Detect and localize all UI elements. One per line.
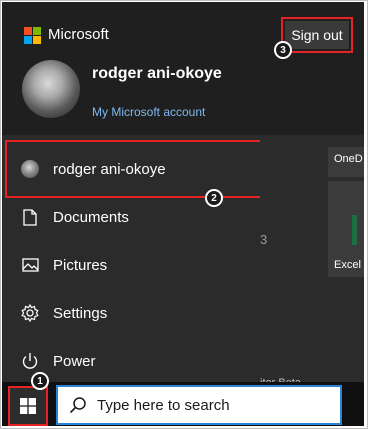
behind-text: 3 xyxy=(260,232,268,247)
gear-icon xyxy=(21,304,39,322)
excel-icon xyxy=(352,215,357,245)
menu-item-label: Power xyxy=(53,352,96,370)
taskbar-search-box[interactable]: Type here to search xyxy=(56,385,342,425)
sign-out-button[interactable]: Sign out xyxy=(285,21,349,49)
menu-item-settings[interactable]: Settings xyxy=(2,289,260,337)
my-microsoft-account-link[interactable]: My Microsoft account xyxy=(92,105,205,119)
menu-item-label: Pictures xyxy=(53,256,108,274)
search-placeholder: Type here to search xyxy=(97,396,230,414)
user-avatar xyxy=(22,60,80,118)
menu-item-label: Documents xyxy=(53,208,129,226)
tiles-area: OneD Excel 3 itor Beta xyxy=(260,135,364,389)
excel-tile-label: Excel xyxy=(334,259,361,271)
account-user-name: rodger ani-okoye xyxy=(92,65,222,82)
document-icon xyxy=(21,208,39,226)
menu-item-pictures[interactable]: Pictures xyxy=(2,241,260,289)
windows-icon xyxy=(20,398,36,414)
excel-tile[interactable]: Excel xyxy=(328,181,364,277)
step-badge-2: 2 xyxy=(205,189,223,207)
onedrive-tile[interactable]: OneD xyxy=(328,147,364,177)
power-icon xyxy=(21,352,39,370)
microsoft-logo-icon xyxy=(24,27,41,44)
account-flyout: Microsoft Sign out rodger ani-okoye My M… xyxy=(2,2,364,135)
step-badge-1: 1 xyxy=(31,372,49,390)
menu-item-label: Settings xyxy=(53,304,108,322)
step-badge-3: 3 xyxy=(274,41,292,59)
start-menu-window: Microsoft Sign out rodger ani-okoye My M… xyxy=(2,2,364,426)
start-button[interactable] xyxy=(8,386,48,426)
microsoft-brand-label: Microsoft xyxy=(48,26,109,43)
picture-icon xyxy=(21,256,39,274)
search-icon xyxy=(69,396,87,414)
user-menu-highlight xyxy=(5,140,263,198)
